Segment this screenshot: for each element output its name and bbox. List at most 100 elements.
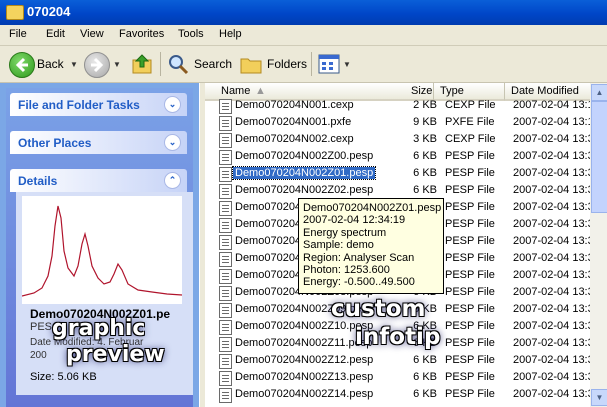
file-date: 2007-02-04 13:34 <box>513 320 600 332</box>
graphic-preview <box>21 196 183 304</box>
infotip-line: Energy spectrum <box>303 226 387 239</box>
file-size: 6 KB <box>413 371 437 383</box>
column-date-label: Date Modified <box>511 85 579 97</box>
details-header[interactable]: Details ⌃ <box>10 169 187 192</box>
file-name[interactable]: Demo070204N001.pxfe <box>235 116 351 128</box>
file-name[interactable]: Demo070204N002Z13.pesp <box>235 371 373 383</box>
toolbar: Back ▼ ▼ Search Folders ▼ <box>0 46 607 83</box>
chevron-down-icon[interactable]: ⌄ <box>164 134 181 151</box>
file-icon <box>219 116 232 131</box>
details-type: PES <box>30 321 53 333</box>
views-dropdown-icon[interactable]: ▼ <box>343 60 351 69</box>
chevron-down-icon[interactable]: ⌄ <box>164 96 181 113</box>
search-icon[interactable] <box>167 53 189 75</box>
file-date: 2007-02-04 13:17 <box>513 116 600 128</box>
menu-favorites[interactable]: Favorites <box>119 28 164 40</box>
title-bar: 070204 <box>0 0 607 25</box>
file-date: 2007-02-04 13:16 <box>513 99 600 111</box>
file-type: PESP File <box>445 235 495 247</box>
file-date: 2007-02-04 13:34 <box>513 167 600 179</box>
file-type: PESP File <box>445 269 495 281</box>
file-date: 2007-02-04 13:34 <box>513 303 600 315</box>
forward-icon[interactable] <box>84 52 110 78</box>
folders-button[interactable]: Folders <box>267 57 307 71</box>
file-icon <box>219 201 232 216</box>
file-icon <box>219 286 232 301</box>
file-name[interactable]: Demo070204N002Z00.pesp <box>235 150 373 162</box>
menu-view[interactable]: View <box>80 28 104 40</box>
other-places-title: Other Places <box>18 136 92 150</box>
file-type: PESP File <box>445 150 495 162</box>
file-type: PESP File <box>445 371 495 383</box>
menu-help[interactable]: Help <box>219 28 242 40</box>
caption-infotip: infotip <box>355 324 441 350</box>
file-name[interactable]: Demo070204N002Z12.pesp <box>235 354 373 366</box>
up-folder-icon[interactable] <box>131 53 153 75</box>
file-type: PESP File <box>445 252 495 264</box>
file-icon <box>219 252 232 267</box>
caption-preview: preview <box>66 342 165 367</box>
vertical-scrollbar[interactable]: ▲ ▼ <box>590 83 607 407</box>
chevron-up-icon[interactable]: ⌃ <box>164 172 181 189</box>
file-icon <box>219 235 232 250</box>
views-icon[interactable] <box>318 54 340 74</box>
file-icon <box>219 337 232 352</box>
folders-icon[interactable] <box>240 55 262 75</box>
file-row[interactable]: Demo070204N002Z13.pesp 6 KB PESP File 2007-… <box>215 369 607 386</box>
menu-edit[interactable]: Edit <box>46 28 65 40</box>
file-size: 9 KB <box>413 116 437 128</box>
file-row[interactable]: Demo070204N002.cexp 3 KB CEXP File 2007-02-… <box>215 131 607 148</box>
file-date: 2007-02-04 13:34 <box>513 218 600 230</box>
file-name[interactable]: Demo070204N002Z11.pesp <box>235 337 372 349</box>
file-size: 6 KB <box>413 150 437 162</box>
column-name-label: Name <box>221 85 251 97</box>
back-icon[interactable] <box>9 52 35 78</box>
file-name[interactable]: Demo070204N002Z01.pesp <box>231 166 377 180</box>
menu-file[interactable]: File <box>9 28 27 40</box>
back-button[interactable]: Back <box>37 57 64 71</box>
file-name[interactable]: Demo070204N001.cexp <box>235 99 354 111</box>
back-dropdown-icon[interactable]: ▼ <box>70 60 78 69</box>
file-type: PESP File <box>445 201 495 213</box>
file-row[interactable]: Demo070204N001.pxfe 9 KB PXFE File 2007-02-… <box>215 114 607 131</box>
file-type: PXFE File <box>445 116 495 128</box>
file-name[interactable]: Demo070204N002Z14.pesp <box>235 388 373 400</box>
details-size: Size: 5.06 KB <box>30 371 97 383</box>
file-name[interactable]: Demo070204N002Z02.pesp <box>235 184 373 196</box>
toolbar-separator <box>311 52 312 76</box>
file-name[interactable]: Demo070204N002.cexp <box>235 133 354 145</box>
details-year: 200 <box>30 350 47 361</box>
file-type: PESP File <box>445 167 495 179</box>
toolbar-separator <box>160 52 161 76</box>
window-title: 070204 <box>27 4 71 19</box>
file-type: PESP File <box>445 184 495 196</box>
infotip-line: Demo070204N002Z01.pesp <box>303 202 442 214</box>
file-row[interactable]: Demo070204N002Z14.pesp 6 KB PESP File 2007-… <box>215 386 607 403</box>
file-row[interactable]: Demo070204N002Z12.pesp 6 KB PESP File 2007-… <box>215 352 607 369</box>
file-row[interactable]: Demo070204N001.cexp 2 KB CEXP File 2007-02-… <box>215 97 607 114</box>
scroll-thumb[interactable] <box>591 101 607 213</box>
file-folder-tasks-header[interactable]: File and Folder Tasks ⌄ <box>10 93 187 116</box>
file-date: 2007-02-04 13:34 <box>513 337 600 349</box>
file-type: PESP File <box>445 337 495 349</box>
file-icon <box>219 218 232 233</box>
scroll-down-icon[interactable]: ▼ <box>591 389 607 406</box>
file-row[interactable]: Demo070204N002Z02.pesp 6 KB PESP File 2007-… <box>215 182 607 199</box>
forward-dropdown-icon[interactable]: ▼ <box>113 60 121 69</box>
scroll-up-icon[interactable]: ▲ <box>591 84 607 101</box>
file-date: 2007-02-04 13:30 <box>513 133 600 145</box>
file-icon <box>219 320 232 335</box>
infotip-line: Photon: 1253.600 <box>303 264 390 277</box>
file-row[interactable]: Demo070204N002Z00.pesp 6 KB PESP File 2007-… <box>215 148 607 165</box>
file-icon <box>219 99 232 114</box>
menu-tools[interactable]: Tools <box>178 28 204 40</box>
menu-bar: File Edit View Favorites Tools Help <box>0 25 607 46</box>
other-places-header[interactable]: Other Places ⌄ <box>10 131 187 154</box>
file-row[interactable]: Demo070204N002Z01.pesp 6 KB PESP File 2007-… <box>215 165 607 182</box>
file-size: 2 KB <box>413 99 437 111</box>
file-icon <box>219 167 232 182</box>
search-button[interactable]: Search <box>194 57 232 71</box>
details-title: Details <box>18 174 58 188</box>
file-icon <box>219 303 232 318</box>
file-date: 2007-02-04 13:34 <box>513 286 600 298</box>
